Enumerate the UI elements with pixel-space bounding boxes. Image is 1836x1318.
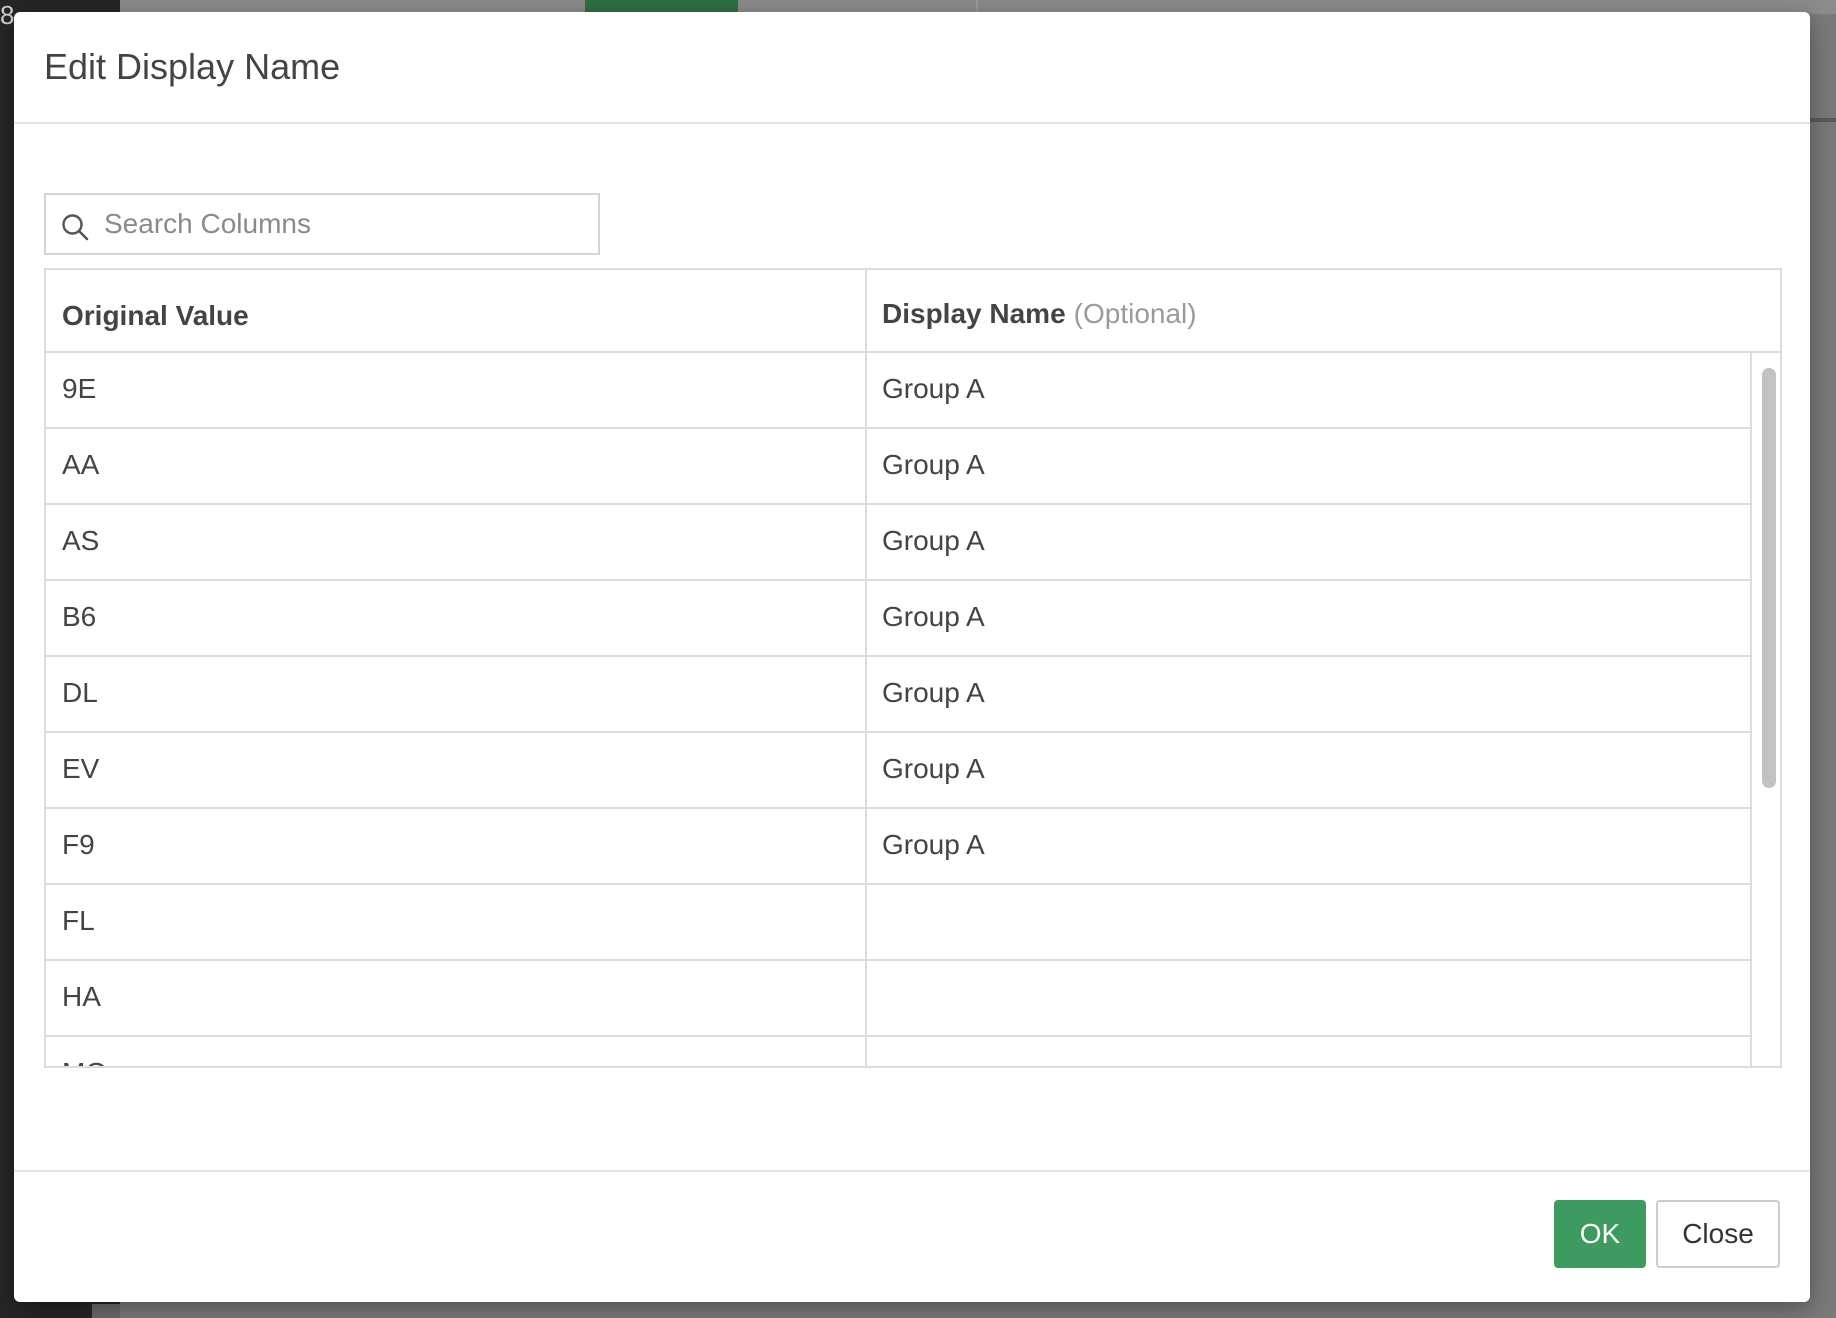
display-name-header-label: Display Name <box>882 298 1066 329</box>
display-name-cell[interactable]: Group A <box>882 373 985 405</box>
original-value-cell: F9 <box>62 829 95 860</box>
close-button[interactable]: Close <box>1656 1200 1780 1268</box>
table-row: 9E Group A <box>46 353 1750 429</box>
display-name-table: Original Value Display Name (Optional) 9E… <box>44 268 1782 1068</box>
table-row: EV Group A <box>46 733 1750 809</box>
table-row: F9 Group A <box>46 809 1750 885</box>
search-box[interactable] <box>44 193 600 255</box>
original-value-cell: B6 <box>62 601 97 632</box>
table-row: MQ <box>46 1037 1750 1066</box>
table-row: B6 Group A <box>46 581 1750 657</box>
search-input[interactable] <box>104 205 584 243</box>
original-value-cell: AA <box>62 449 100 480</box>
display-name-cell[interactable]: Group A <box>882 525 985 557</box>
optional-hint: (Optional) <box>1073 298 1197 329</box>
original-value-cell: EV <box>62 753 100 784</box>
original-value-cell: MQ <box>62 1057 107 1066</box>
original-value-cell: HA <box>62 981 101 1012</box>
edit-display-name-dialog: Edit Display Name Original Value Display… <box>14 12 1810 1302</box>
table-row: AS Group A <box>46 505 1750 581</box>
table-row: HA <box>46 961 1750 1037</box>
dialog-title: Edit Display Name <box>44 46 341 87</box>
original-value-cell: FL <box>62 905 95 936</box>
table-row: DL Group A <box>46 657 1750 733</box>
display-name-cell[interactable]: Group A <box>882 601 985 633</box>
display-name-cell[interactable]: Group A <box>882 677 985 709</box>
table-row: FL <box>46 885 1750 961</box>
dialog-footer: OK Close <box>14 1170 1810 1302</box>
table-body: 9E Group A AA Group A AS Group A B6 Grou… <box>46 353 1750 1066</box>
original-value-cell: AS <box>62 525 100 556</box>
display-name-cell[interactable]: Group A <box>882 449 985 481</box>
column-divider <box>865 270 867 1066</box>
ok-button[interactable]: OK <box>1554 1200 1646 1268</box>
app-left-edge-text: 8 <box>0 0 15 30</box>
table-row: AA Group A <box>46 429 1750 505</box>
app-right-strip <box>1810 118 1836 122</box>
scrollbar-thumb[interactable] <box>1762 368 1776 788</box>
dialog-header: Edit Display Name <box>14 12 1810 124</box>
app-bottom-strip <box>92 1304 120 1318</box>
table-header: Original Value Display Name (Optional) <box>46 270 1780 353</box>
original-value-cell: 9E <box>62 373 97 404</box>
search-icon <box>62 214 89 241</box>
column-header-display-name: Display Name (Optional) <box>882 298 1197 330</box>
column-header-original-value: Original Value <box>62 300 249 331</box>
display-name-cell[interactable]: Group A <box>882 753 985 785</box>
original-value-cell: DL <box>62 677 98 708</box>
display-name-cell[interactable]: Group A <box>882 829 985 861</box>
